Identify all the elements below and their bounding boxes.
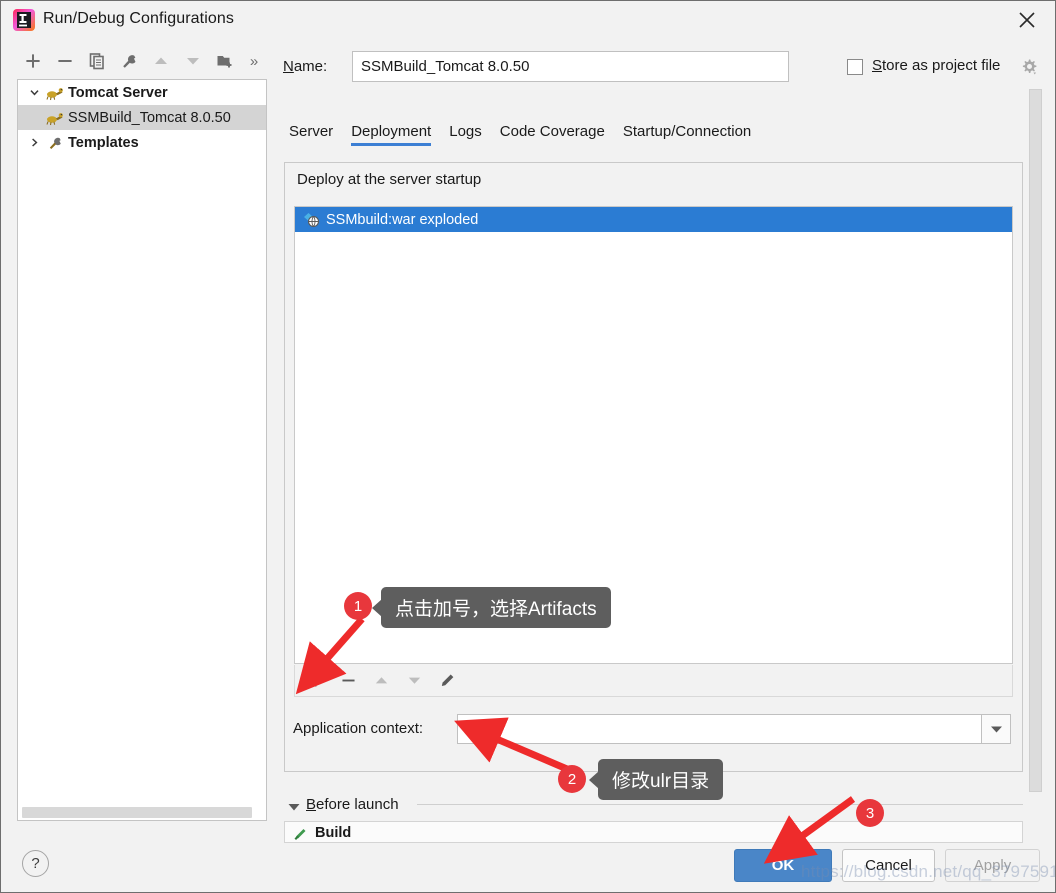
move-up-deployment-icon[interactable] — [365, 666, 398, 696]
wrench-icon[interactable] — [113, 46, 145, 76]
copy-icon[interactable] — [81, 46, 113, 76]
list-item[interactable]: Build — [285, 822, 1022, 842]
callout-text: 点击加号，选择Artifacts — [395, 599, 597, 620]
config-tabs: Server Deployment Logs Code Coverage Sta… — [289, 123, 751, 153]
chevron-down-icon[interactable] — [982, 714, 1011, 744]
wrench-icon — [45, 133, 65, 153]
tree-item-label: Templates — [68, 134, 139, 151]
tree-item-label: Tomcat Server — [68, 84, 168, 101]
list-item-label: Build — [315, 825, 352, 841]
help-button[interactable]: ? — [22, 850, 49, 877]
gear-icon[interactable] — [1020, 58, 1039, 77]
edit-deployment-pencil-icon[interactable] — [431, 666, 464, 696]
before-launch-divider — [417, 804, 1023, 805]
list-item-label: SSMbuild:war exploded — [326, 211, 479, 228]
new-folder-icon[interactable] — [209, 46, 241, 76]
annotation-badge-2: 2 — [558, 765, 586, 793]
add-icon[interactable] — [17, 46, 49, 76]
callout-text: 修改ulr目录 — [612, 771, 710, 792]
remove-icon[interactable] — [49, 46, 81, 76]
tab-logs[interactable]: Logs — [449, 123, 482, 146]
tree-item-ssmbuild-tomcat[interactable]: SSMBuild_Tomcat 8.0.50 — [18, 105, 266, 130]
configurations-toolbar: » — [17, 45, 273, 77]
tab-code-coverage[interactable]: Code Coverage — [500, 123, 605, 146]
more-options-icon[interactable]: » — [241, 46, 267, 76]
name-label: Name: — [283, 58, 328, 75]
close-icon[interactable] — [1015, 8, 1039, 32]
chevron-down-icon[interactable] — [23, 80, 45, 105]
artifact-icon — [302, 211, 323, 229]
tree-item-tomcat-server[interactable]: Tomcat Server — [18, 80, 266, 105]
tab-server[interactable]: Server — [289, 123, 333, 146]
callout-tail — [372, 598, 382, 617]
tree-item-templates[interactable]: Templates — [18, 130, 266, 155]
before-launch-label: Before launch — [306, 796, 399, 813]
move-down-icon[interactable] — [177, 46, 209, 76]
add-deployment-icon[interactable] — [299, 666, 332, 696]
store-as-project-file-label[interactable]: Store as project file — [872, 57, 1000, 74]
move-up-icon[interactable] — [145, 46, 177, 76]
name-input[interactable] — [352, 51, 789, 82]
store-as-project-file-checkbox[interactable] — [847, 59, 863, 75]
intellij-idea-icon — [13, 9, 35, 31]
deployment-list-toolbar — [294, 665, 1013, 697]
annotation-callout-1: 点击加号，选择Artifacts — [372, 587, 611, 628]
tab-deployment[interactable]: Deployment — [351, 123, 432, 146]
dialog-vertical-scrollbar[interactable] — [1029, 89, 1042, 792]
scrollbar-thumb[interactable] — [22, 807, 252, 818]
build-icon — [291, 824, 311, 842]
annotation-badge-1: 1 — [344, 592, 372, 620]
annotation-badge-3: 3 — [856, 799, 884, 827]
chevron-right-icon[interactable] — [23, 130, 45, 155]
run-debug-configurations-dialog: Run/Debug Configurations » Tomcat Server… — [0, 0, 1056, 893]
tree-item-label: SSMBuild_Tomcat 8.0.50 — [68, 109, 231, 126]
list-item[interactable]: SSMbuild:war exploded — [295, 207, 1012, 232]
configurations-tree[interactable]: Tomcat Server SSMBuild_Tomcat 8.0.50 Tem… — [17, 79, 267, 821]
deploy-group-title: Deploy at the server startup — [293, 171, 488, 188]
tomcat-icon — [45, 108, 65, 128]
annotation-callout-2: 修改ulr目录 — [589, 759, 724, 800]
tab-startup-connection[interactable]: Startup/Connection — [623, 123, 751, 146]
remove-deployment-icon[interactable] — [332, 666, 365, 696]
application-context-label: Application context: — [293, 720, 424, 737]
tree-horizontal-scrollbar[interactable] — [19, 805, 266, 819]
tomcat-icon — [45, 83, 65, 103]
callout-tail — [589, 770, 599, 789]
application-context-input[interactable] — [457, 714, 982, 744]
page-title: Run/Debug Configurations — [43, 10, 234, 27]
move-down-deployment-icon[interactable] — [398, 666, 431, 696]
before-launch-list[interactable]: Build — [284, 821, 1023, 843]
collapse-arrow-icon[interactable] — [287, 800, 301, 812]
watermark-text: https://blog.csdn.net/qq_37975919 — [801, 862, 1056, 881]
